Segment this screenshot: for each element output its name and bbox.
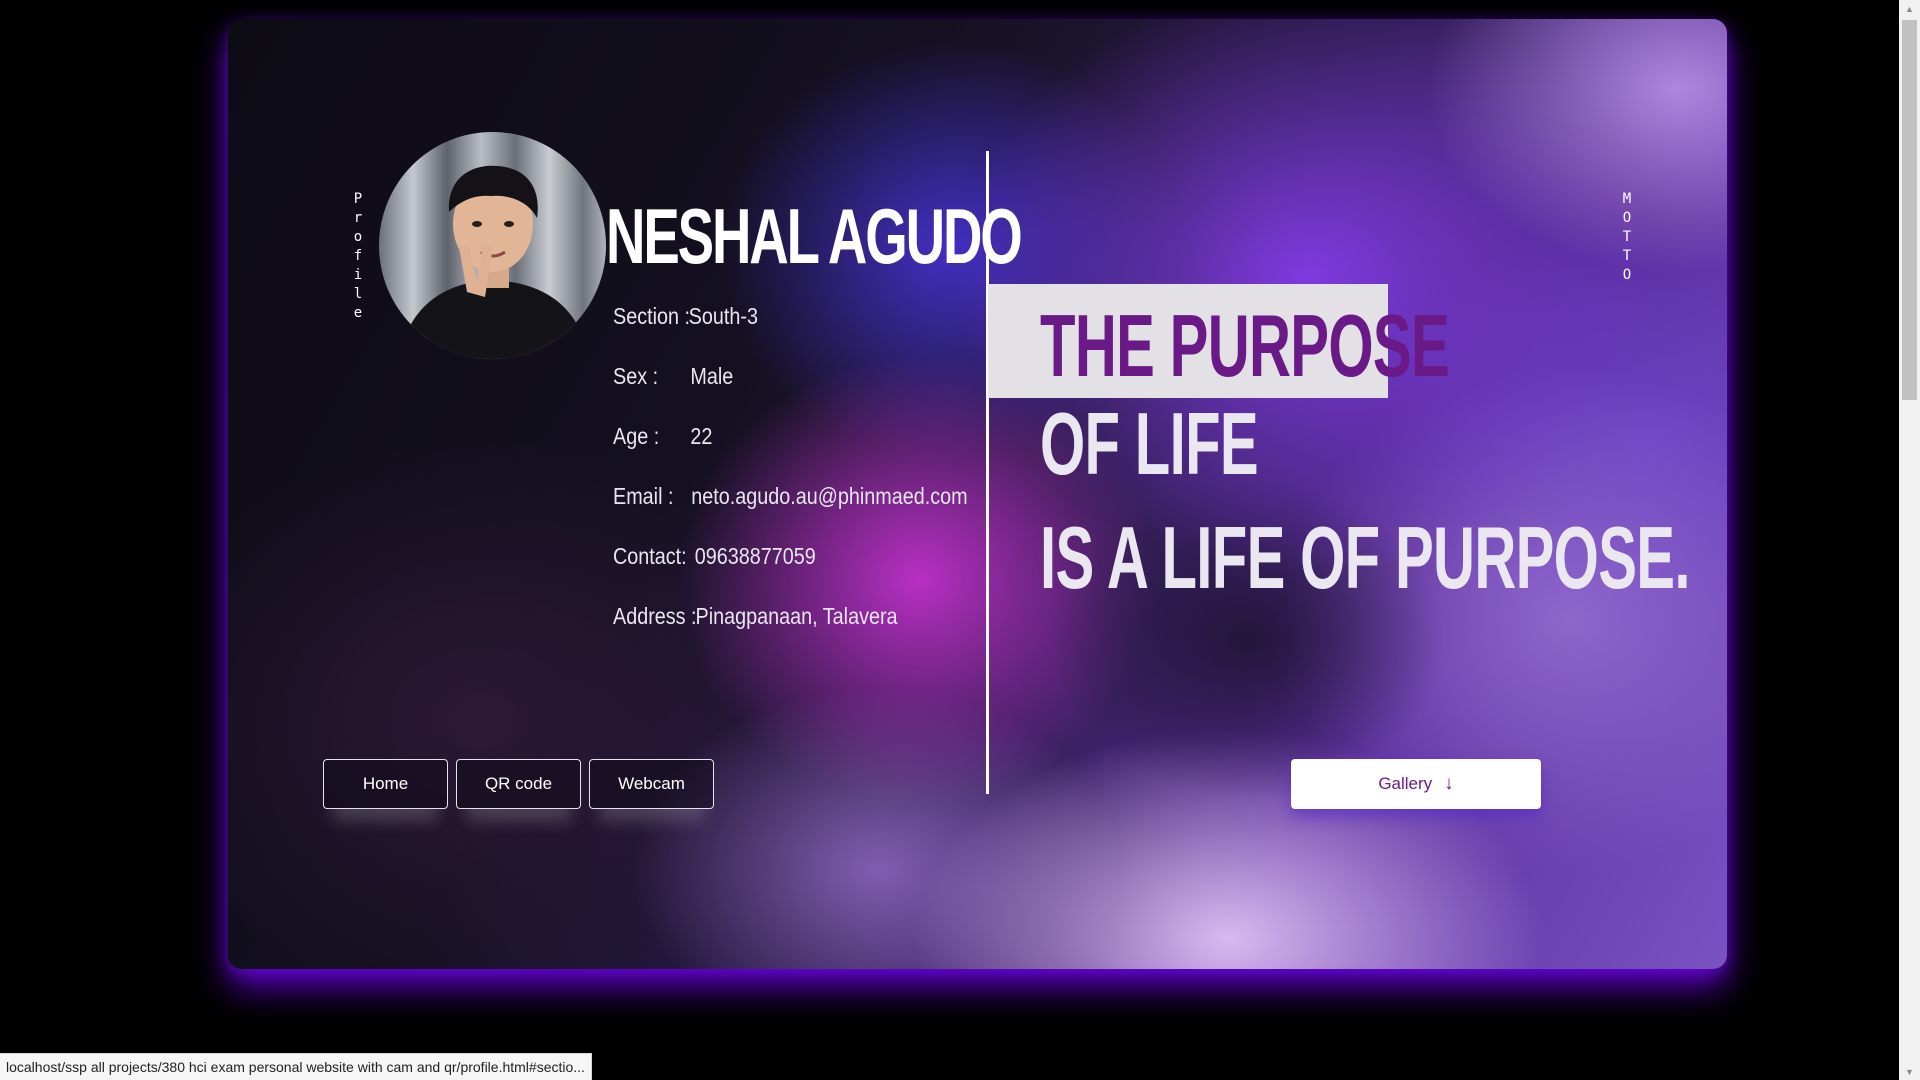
info-sex-row: Sex : Male bbox=[613, 363, 733, 390]
home-button[interactable]: Home bbox=[323, 759, 448, 809]
info-value: South-3 bbox=[688, 303, 758, 329]
vertical-scrollbar[interactable]: ▲ ▼ bbox=[1899, 0, 1920, 1080]
info-age-row: Age : 22 bbox=[613, 423, 712, 450]
gallery-button[interactable]: Gallery ↓ bbox=[1291, 759, 1541, 809]
qr-code-button[interactable]: QR code bbox=[456, 759, 581, 809]
info-label: Sex : bbox=[613, 363, 659, 389]
info-label: Age : bbox=[613, 423, 660, 449]
gallery-label: Gallery bbox=[1378, 774, 1433, 793]
avatar bbox=[379, 132, 606, 359]
profile-side-label: Profile bbox=[353, 191, 363, 321]
motto-side-label: MOTTO bbox=[1622, 191, 1632, 283]
scroll-down-arrow-icon[interactable]: ▼ bbox=[1899, 1063, 1920, 1080]
info-section-row: Section : South-3 bbox=[613, 303, 758, 330]
info-label: Email : bbox=[613, 483, 674, 509]
profile-card: Profile NESHAL AGUDO Section: South-3 S… bbox=[228, 19, 1727, 969]
info-value: Pinagpanaan, Talavera bbox=[695, 603, 898, 629]
info-contact-row: Contact: 09638877059 bbox=[613, 543, 816, 570]
info-label: Section : bbox=[613, 303, 690, 329]
info-label: Contact: bbox=[613, 543, 687, 569]
info-email-row: Email : neto.agudo.au@phinmaed.com bbox=[613, 483, 968, 510]
info-label: Address : bbox=[613, 603, 697, 629]
profile-name: NESHAL AGUDO bbox=[606, 192, 1023, 280]
motto-line-2: OF LIFE bbox=[1040, 394, 1259, 493]
scrollbar-thumb[interactable] bbox=[1902, 20, 1917, 400]
info-value: 22 bbox=[690, 423, 713, 449]
webcam-button[interactable]: Webcam bbox=[589, 759, 714, 809]
info-value: neto.agudo.au@phinmaed.com bbox=[691, 483, 968, 509]
avatar-photo bbox=[379, 132, 606, 359]
motto-line-3: IS A LIFE OF PURPOSE. bbox=[1040, 508, 1691, 607]
info-value: Male bbox=[690, 363, 734, 389]
motto-line-1: THE PURPOSE bbox=[1040, 296, 1450, 395]
vertical-divider bbox=[986, 151, 989, 794]
status-bar-url: localhost/ssp all projects/380 hci exam … bbox=[0, 1053, 592, 1080]
info-address-row: Address : Pinagpanaan, Talavera bbox=[613, 603, 898, 630]
arrow-down-icon: ↓ bbox=[1444, 773, 1454, 794]
scroll-up-arrow-icon[interactable]: ▲ bbox=[1899, 0, 1920, 17]
info-value: 09638877059 bbox=[694, 543, 816, 569]
